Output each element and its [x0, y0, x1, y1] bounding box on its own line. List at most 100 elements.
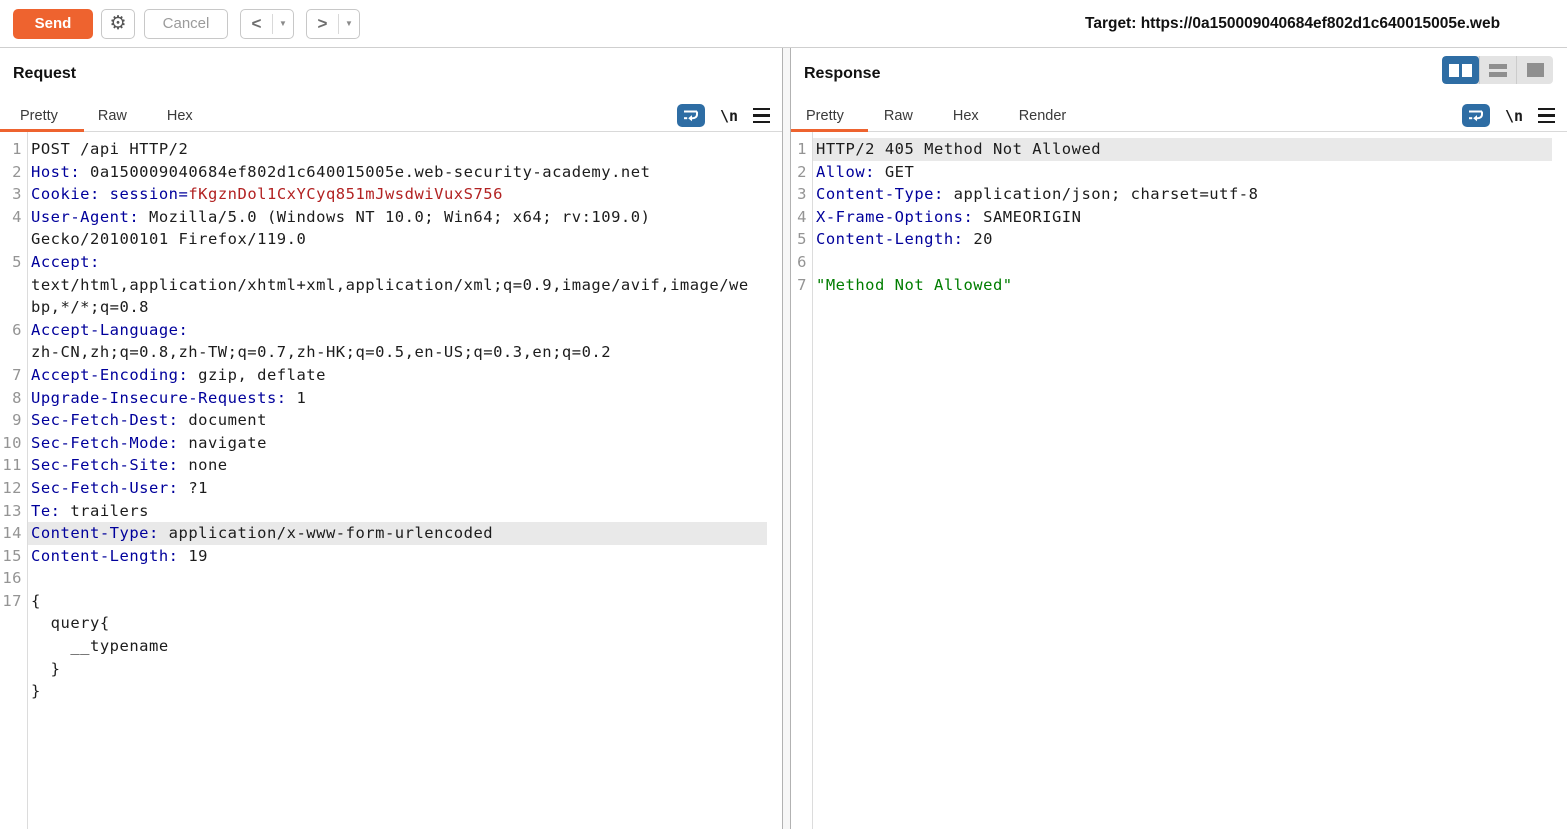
- editor-line[interactable]: query{: [0, 612, 782, 635]
- response-panel-title: Response: [804, 65, 880, 83]
- editor-line[interactable]: 6: [791, 251, 1567, 274]
- editor-line[interactable]: 11Sec-Fetch-Site: none: [0, 454, 782, 477]
- line-number: 6: [791, 251, 812, 274]
- line-text: Content-Length: 20: [812, 228, 1552, 251]
- line-number: 6: [0, 319, 27, 342]
- tab-raw[interactable]: Raw: [884, 108, 913, 124]
- repeater-toolbar: Send ⚙ Cancel < ▼ > ▼ Target: https://0a…: [0, 0, 1567, 48]
- line-number: [0, 680, 27, 703]
- forward-history-dropdown[interactable]: ▼: [339, 10, 359, 38]
- show-newlines-toggle[interactable]: \n: [1505, 107, 1523, 125]
- panel-splitter[interactable]: [782, 48, 791, 829]
- editor-line[interactable]: 4X-Frame-Options: SAMEORIGIN: [791, 206, 1567, 229]
- line-number: 2: [0, 161, 27, 184]
- editor-line[interactable]: 3Cookie: session=fKgznDol1CxYCyq851mJwsd…: [0, 183, 782, 206]
- editor-line[interactable]: zh-CN,zh;q=0.8,zh-TW;q=0.7,zh-HK;q=0.5,e…: [0, 341, 782, 364]
- editor-line[interactable]: 6Accept-Language:: [0, 319, 782, 342]
- line-number: 7: [791, 274, 812, 297]
- editor-line[interactable]: 16: [0, 567, 782, 590]
- target-label: Target:: [1085, 15, 1136, 33]
- tab-raw[interactable]: Raw: [98, 108, 127, 124]
- line-text: Allow: GET: [812, 161, 1552, 184]
- editor-line[interactable]: 14Content-Type: application/x-www-form-u…: [0, 522, 782, 545]
- two-columns-layout-icon[interactable]: [1442, 56, 1479, 84]
- line-number: 12: [0, 477, 27, 500]
- target-url-text: https://0a150009040684ef802d1c640015005e…: [1141, 15, 1500, 33]
- line-number: [0, 274, 27, 297]
- line-text: POST /api HTTP/2: [27, 138, 767, 161]
- editor-line[interactable]: 7Accept-Encoding: gzip, deflate: [0, 364, 782, 387]
- line-number: [0, 635, 27, 658]
- hamburger-menu-icon[interactable]: [753, 108, 770, 124]
- line-text: text/html,application/xhtml+xml,applicat…: [27, 274, 767, 297]
- editor-line[interactable]: 8Upgrade-Insecure-Requests: 1: [0, 387, 782, 410]
- editor-line[interactable]: 2Host: 0a150009040684ef802d1c640015005e.…: [0, 161, 782, 184]
- editor-line[interactable]: 10Sec-Fetch-Mode: navigate: [0, 432, 782, 455]
- line-number: 16: [0, 567, 27, 590]
- editor-line[interactable]: }: [0, 658, 782, 681]
- line-number: 1: [0, 138, 27, 161]
- two-rows-layout-icon[interactable]: [1479, 56, 1516, 84]
- back-history-dropdown[interactable]: ▼: [273, 10, 293, 38]
- forward-button[interactable]: >: [307, 10, 338, 38]
- line-text: X-Frame-Options: SAMEORIGIN: [812, 206, 1552, 229]
- line-number: [0, 658, 27, 681]
- line-number: 11: [0, 454, 27, 477]
- editor-line[interactable]: 3Content-Type: application/json; charset…: [791, 183, 1567, 206]
- line-number: 4: [791, 206, 812, 229]
- editor-line[interactable]: __typename: [0, 635, 782, 658]
- line-text: Gecko/20100101 Firefox/119.0: [27, 228, 767, 251]
- editor-line[interactable]: 2Allow: GET: [791, 161, 1567, 184]
- editor-line[interactable]: }: [0, 680, 782, 703]
- send-button[interactable]: Send: [13, 9, 93, 39]
- cancel-button[interactable]: Cancel: [144, 9, 228, 39]
- editor-line[interactable]: 1HTTP/2 405 Method Not Allowed: [791, 138, 1567, 161]
- back-button[interactable]: <: [241, 10, 272, 38]
- tab-hex[interactable]: Hex: [167, 108, 193, 124]
- soft-wrap-toggle-button[interactable]: [1462, 104, 1490, 127]
- tab-pretty[interactable]: Pretty: [806, 108, 844, 124]
- line-text: Sec-Fetch-Site: none: [27, 454, 767, 477]
- single-pane-layout-icon[interactable]: [1516, 56, 1553, 84]
- line-number: 14: [0, 522, 27, 545]
- editor-line[interactable]: 17{: [0, 590, 782, 613]
- request-tab-bar: Pretty Raw Hex \n: [0, 100, 782, 132]
- tab-hex[interactable]: Hex: [953, 108, 979, 124]
- line-number: 17: [0, 590, 27, 613]
- show-newlines-toggle[interactable]: \n: [720, 107, 738, 125]
- send-settings-button[interactable]: ⚙: [101, 9, 135, 39]
- tab-pretty[interactable]: Pretty: [20, 108, 58, 124]
- line-number: 8: [0, 387, 27, 410]
- request-editor[interactable]: 1POST /api HTTP/22Host: 0a150009040684ef…: [0, 132, 782, 829]
- gutter-separator: [27, 132, 28, 829]
- editor-line[interactable]: 15Content-Length: 19: [0, 545, 782, 568]
- line-number: 5: [0, 251, 27, 274]
- response-editor[interactable]: 1HTTP/2 405 Method Not Allowed2Allow: GE…: [791, 132, 1567, 829]
- editor-line[interactable]: 12Sec-Fetch-User: ?1: [0, 477, 782, 500]
- gutter-separator: [812, 132, 813, 829]
- editor-line[interactable]: 9Sec-Fetch-Dest: document: [0, 409, 782, 432]
- line-text: zh-CN,zh;q=0.8,zh-TW;q=0.7,zh-HK;q=0.5,e…: [27, 341, 767, 364]
- line-text: HTTP/2 405 Method Not Allowed: [812, 138, 1552, 161]
- line-number: 5: [791, 228, 812, 251]
- editor-line[interactable]: text/html,application/xhtml+xml,applicat…: [0, 274, 782, 297]
- line-text: Accept-Language:: [27, 319, 767, 342]
- editor-line[interactable]: 4User-Agent: Mozilla/5.0 (Windows NT 10.…: [0, 206, 782, 229]
- editor-line[interactable]: Gecko/20100101 Firefox/119.0: [0, 228, 782, 251]
- soft-wrap-toggle-button[interactable]: [677, 104, 705, 127]
- editor-line[interactable]: bp,*/*;q=0.8: [0, 296, 782, 319]
- chevron-down-icon: ▼: [279, 19, 287, 28]
- editor-line[interactable]: 5Content-Length: 20: [791, 228, 1567, 251]
- editor-line[interactable]: 1POST /api HTTP/2: [0, 138, 782, 161]
- line-number: [0, 612, 27, 635]
- request-panel: Request PrettyRawHex \n 1POST /api HTTP/…: [0, 48, 782, 829]
- editor-line[interactable]: 5Accept:: [0, 251, 782, 274]
- hamburger-menu-icon[interactable]: [1538, 108, 1555, 124]
- line-number: [0, 296, 27, 319]
- line-text: Content-Length: 19: [27, 545, 767, 568]
- editor-line[interactable]: 7"Method Not Allowed": [791, 274, 1567, 297]
- editor-line[interactable]: 13Te: trailers: [0, 500, 782, 523]
- line-text: Upgrade-Insecure-Requests: 1: [27, 387, 767, 410]
- line-number: 7: [0, 364, 27, 387]
- tab-render[interactable]: Render: [1019, 108, 1067, 124]
